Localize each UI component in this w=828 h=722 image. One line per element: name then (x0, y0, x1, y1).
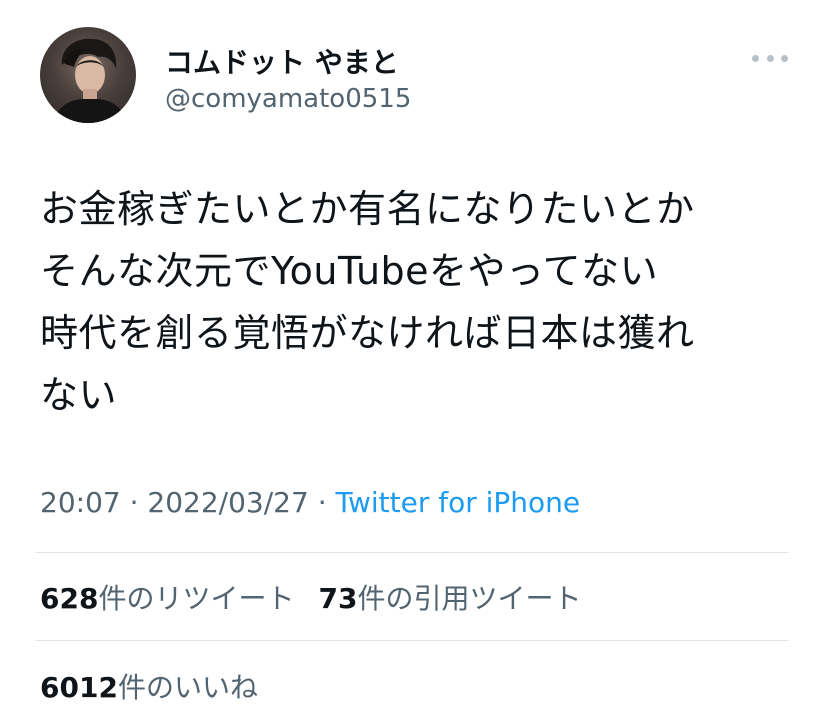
retweets-stat[interactable]: 628件のリツイート (40, 582, 294, 615)
tweet-source-link[interactable]: Twitter for iPhone (336, 486, 581, 519)
quotes-label: 件の引用ツイート (357, 582, 582, 615)
tweet-meta: 20:07 · 2022/03/27 · Twitter for iPhone (40, 486, 580, 519)
engagement-stats: 628件のリツイート 73件の引用ツイート (40, 577, 581, 617)
author-handle[interactable]: @comyamato0515 (165, 84, 411, 114)
quotes-stat[interactable]: 73件の引用ツイート (318, 582, 581, 615)
likes-count: 6012 (40, 671, 118, 704)
meta-separator: · (308, 486, 336, 519)
quotes-count: 73 (318, 582, 358, 615)
more-options-icon[interactable] (752, 48, 788, 68)
author-display-name[interactable]: コムドット やまと (165, 41, 399, 81)
divider (36, 552, 788, 553)
likes-label: 件のいいね (117, 671, 258, 704)
divider (36, 640, 788, 641)
avatar-image (54, 38, 126, 123)
dot (752, 54, 759, 62)
tweet-text-line: ない (40, 373, 118, 417)
tweet-text-line: お金稼ぎたいとか有名になりたいとか (40, 187, 695, 231)
meta-separator: · (120, 486, 148, 519)
retweets-label: 件のリツイート (98, 582, 295, 615)
dot (781, 54, 788, 62)
likes-stat[interactable]: 6012件のいいね (40, 671, 258, 704)
dot (766, 54, 774, 62)
retweets-count: 628 (40, 582, 99, 615)
avatar[interactable] (40, 27, 136, 123)
tweet-time[interactable]: 20:07 (40, 486, 121, 519)
tweet-text: お金稼ぎたいとか有名になりたいとか そんな次元でYouTubeをやってない 時代… (40, 178, 800, 426)
likes-stats: 6012件のいいね (40, 666, 258, 706)
tweet-text-line: そんな次元でYouTubeをやってない (40, 249, 659, 293)
tweet-text-line: 時代を創る覚悟がなければ日本は獲れ (40, 311, 695, 355)
tweet-date[interactable]: 2022/03/27 (147, 486, 308, 519)
